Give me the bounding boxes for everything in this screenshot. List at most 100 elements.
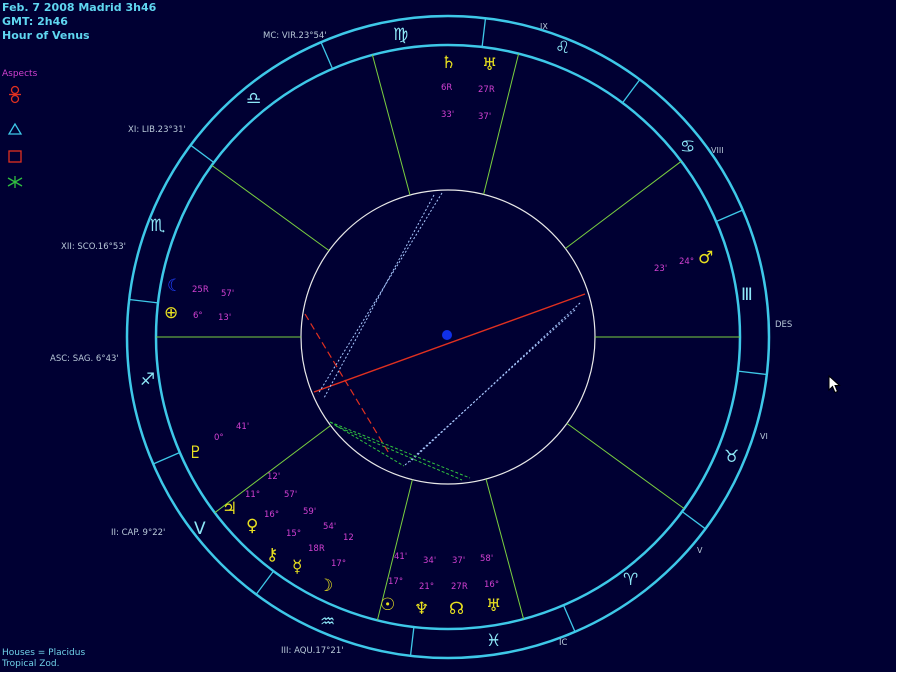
ic-label: IC [559,638,568,648]
house-ix-label: IX [540,22,548,31]
sign-divider [715,209,744,223]
planet-uranus[interactable]: ♅ 16° 58' [480,554,501,616]
planet-moon-2[interactable]: ☽ 17° 12 [318,533,354,596]
planet-node[interactable]: ☊ 27R 37' [449,556,468,619]
planet-uranus-top[interactable]: ♅ 27R 37' [478,55,497,122]
aspect-sextile-2 [335,425,463,481]
house-cusp-line [211,164,330,252]
planet-mars[interactable]: ♂ 24° 23' [654,248,713,274]
mars-icon: ♂ [698,248,713,268]
svg-text:21°: 21° [419,582,434,592]
house-cusp-line [371,54,411,196]
sun-icon: ☉ [380,595,395,615]
svg-text:15°: 15° [286,529,301,539]
vertical-scrollbar[interactable] [896,0,900,423]
libra-icon: ♎ [246,89,261,109]
aquarius-icon: ♒ [320,612,335,632]
svg-text:6R: 6R [441,83,452,93]
svg-text:27R: 27R [478,85,495,95]
svg-text:37': 37' [452,556,465,566]
horoscope-wheel: ♍ ♌ ♋ Ⅲ ♉ ♈ ♓ ♒ Ⅴ ♐ ♏ ♎ MC: VIR.23°54' X… [50,14,792,660]
planet-neptune[interactable]: ♆ 21° 34' [414,556,436,619]
mouse-cursor-icon [828,375,841,394]
aspect-square [304,313,391,456]
svg-text:41': 41' [236,422,249,432]
svg-text:17°: 17° [388,577,403,587]
house-cusp-line [566,422,685,510]
svg-text:0°: 0° [214,433,224,443]
sagittarius-icon: ♐ [140,370,155,390]
svg-text:27R: 27R [451,582,468,592]
des-label: DES [775,320,792,330]
sign-divider [129,298,159,304]
chart-center [442,330,452,340]
mc-cusp-label: MC: VIR.23°54' [263,31,327,41]
sign-divider [152,451,181,465]
north-node-icon: ☊ [449,599,464,619]
aries-icon: ♈ [623,570,638,590]
pluto-icon: ♇ [188,443,203,463]
uranus-icon: ♅ [482,55,497,75]
svg-text:16°: 16° [484,580,499,590]
svg-text:57': 57' [221,289,234,299]
jupiter-icon: ♃ [222,499,237,519]
gemini-icon: Ⅲ [741,285,753,305]
svg-text:25R: 25R [192,285,209,295]
planet-earth[interactable]: ⊕ 6° 13' [164,303,231,323]
cancer-icon: ♋ [680,137,695,157]
planet-sun[interactable]: ☉ 17° 41' [380,552,407,615]
svg-text:59': 59' [303,507,316,517]
svg-text:41': 41' [394,552,407,562]
scorpio-icon: ♏ [150,216,165,236]
sign-divider [621,79,641,104]
zodiac-type-label: Tropical Zod. [2,659,60,669]
svg-text:16°: 16° [264,510,279,520]
house-system-label: Houses = Placidus [2,648,86,658]
chart-window: Feb. 7 2008 Madrid 3h46 GMT: 2h46 Hour o… [0,0,896,672]
svg-text:13': 13' [218,313,231,323]
earth-icon: ⊕ [164,303,178,323]
svg-text:37': 37' [478,112,491,122]
sign-divider [409,626,415,656]
moon-icon: ☾ [167,276,182,296]
sign-divider [190,144,215,164]
svg-text:54': 54' [323,522,336,532]
sign-divider [737,370,767,376]
pisces-icon: ♓ [486,631,501,651]
svg-text:58': 58' [480,554,493,564]
leo-icon: ♌ [555,38,570,58]
svg-text:18R: 18R [308,544,325,554]
sign-divider [255,570,275,595]
chiron-icon: ⚷ [266,545,278,565]
house-xii-cusp-label: XII: SCO.16°53' [61,242,126,252]
house-iii-cusp-label: III: AQU.17°21' [281,646,344,656]
planet-pluto[interactable]: ♇ 0° 41' [188,422,249,463]
neptune-icon: ♆ [414,599,429,619]
svg-text:33': 33' [441,110,454,120]
crescent-moon-icon: ☽ [318,576,333,596]
house-viii-label: VIII [711,146,724,155]
svg-text:6°: 6° [193,311,203,321]
planet-saturn[interactable]: ♄ 6R 33' [441,53,456,120]
svg-text:57': 57' [284,490,297,500]
svg-text:12: 12 [343,533,354,543]
house-ii-cusp-label: II: CAP. 9°22' [111,528,165,538]
aspect-opposition [313,293,586,393]
svg-text:24°: 24° [679,257,694,267]
virgo-icon: ♍ [393,25,408,45]
saturn-icon: ♄ [441,53,456,73]
uranus-icon: ♅ [486,596,501,616]
sign-divider [320,41,334,70]
svg-text:12': 12' [267,472,280,482]
house-xi-cusp-label: XI: LIB.23°31' [128,125,186,135]
venus-icon: ♀ [246,516,258,536]
sign-divider [681,510,706,530]
svg-text:11°: 11° [245,490,260,500]
svg-text:17°: 17° [331,559,346,569]
capricorn-icon: Ⅴ [194,519,206,539]
asc-cusp-label: ASC: SAG. 6°43' [50,354,119,364]
house-cusp-line [565,160,682,249]
svg-text:34': 34' [423,556,436,566]
planet-moon[interactable]: ☾ 25R 57' [167,276,234,299]
mercury-icon: ☿ [292,557,302,577]
